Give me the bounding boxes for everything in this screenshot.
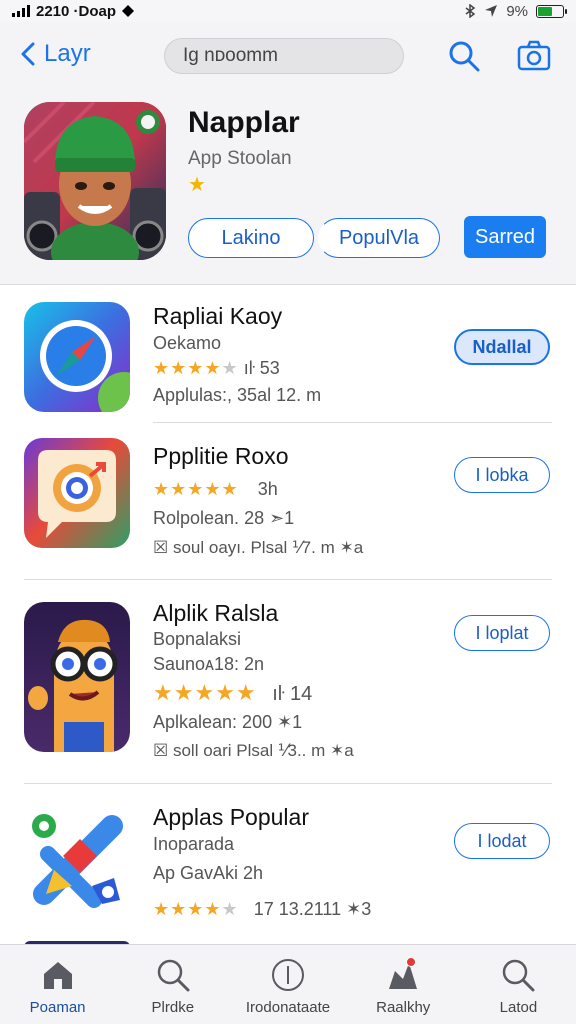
search-icon xyxy=(157,959,190,992)
get-button[interactable]: I lodat xyxy=(454,823,550,859)
get-button[interactable]: Ndallal xyxy=(454,329,550,365)
rating-count: 3h xyxy=(257,479,278,499)
app-icon xyxy=(24,438,130,548)
app-rating: ★★★★★ 17 13.2111 ✶3 xyxy=(153,899,371,920)
app-rating: ★★★★★ 3h xyxy=(153,479,278,500)
rating-stars: ★★★★★ xyxy=(153,358,239,378)
add-circle-icon xyxy=(272,959,304,991)
app-rating: ★★★★★ ıŀ 53 xyxy=(153,358,280,379)
tab-label: Plrdke xyxy=(151,999,195,1016)
app-meta: Aplkalean: 200 ✶1 xyxy=(153,712,303,732)
tab-label: Latod xyxy=(499,999,538,1016)
app-extra: ☒ soul oayı. Plsal ⅟7. m ✶a xyxy=(153,538,364,557)
camera-button[interactable] xyxy=(516,38,552,74)
app-developer: Oekamo xyxy=(153,333,222,353)
chat-target-icon xyxy=(24,438,130,548)
rating-count: 17 13.2111 ✶3 xyxy=(253,899,372,919)
home-icon xyxy=(43,962,72,989)
featured-title: Napplar xyxy=(188,106,300,139)
app-title: Applas Popular xyxy=(153,804,309,830)
ranking-icon xyxy=(389,963,418,989)
avatar-illustration-icon xyxy=(24,102,166,260)
location-icon xyxy=(122,5,135,17)
chip-populvla[interactable]: PopulVla xyxy=(318,218,440,258)
app-meta: Rolpolean. 28 ➣1 xyxy=(153,508,295,528)
primary-button[interactable]: Sarred xyxy=(464,216,546,258)
get-button[interactable]: I loplat xyxy=(454,615,550,651)
app-rating: ★★★★★ ıŀ 14 xyxy=(153,680,312,706)
rating-stars: ★★★★★ xyxy=(153,680,257,705)
tab-add[interactable]: Irodonataate xyxy=(230,945,345,1024)
battery-percent: 9% xyxy=(506,2,528,20)
rocket-pencil-icon xyxy=(32,814,123,908)
search-button[interactable] xyxy=(446,38,482,74)
navigation-icon xyxy=(485,5,498,17)
battery-icon xyxy=(536,4,567,18)
tab-latest[interactable]: Latod xyxy=(461,945,576,1024)
tab-label: Raalkhy xyxy=(376,999,431,1016)
featured-app-icon[interactable] xyxy=(24,102,166,260)
list-item[interactable]: Rapliai Kaoy Oekamo ★★★★★ ıŀ 53 Applulas… xyxy=(0,285,576,423)
back-button[interactable]: Layr xyxy=(18,40,91,68)
list-item[interactable]: Ppplitie Roxo ★★★★★ 3h Rolpolean. 28 ➣1 … xyxy=(0,423,576,580)
app-icon xyxy=(24,302,130,412)
character-glasses-icon xyxy=(24,602,130,752)
tab-label: Irodonataate xyxy=(245,999,331,1016)
featured-star-icon: ★ xyxy=(188,174,206,196)
list-item[interactable]: Alplik Ralsla Bopnalaksi Saunoᴀ18: 2n ★★… xyxy=(0,580,576,784)
tab-home[interactable]: Poaman xyxy=(0,945,115,1024)
status-time: 2210 ·Doap xyxy=(36,2,117,20)
app-title: Rapliai Kaoy xyxy=(153,303,283,329)
app-header: Layr Ig nᴅoomm Napplar App Stoolan ★ Lak… xyxy=(0,22,576,285)
search-icon xyxy=(503,959,535,992)
notification-badge xyxy=(405,957,416,967)
rating-count: ıŀ 14 xyxy=(272,683,313,705)
search-text: Ig nᴅoomm xyxy=(183,45,278,66)
rating-stars: ★★★★★ xyxy=(153,479,239,499)
compass-icon xyxy=(24,302,130,412)
rating-stars: ★★★★★ xyxy=(153,899,239,919)
rating-count: ıŀ 53 xyxy=(243,358,280,378)
app-developer: Inoparada xyxy=(153,834,235,854)
camera-icon xyxy=(517,40,551,71)
back-label: Layr xyxy=(44,40,91,67)
bluetooth-icon xyxy=(465,4,476,18)
app-developer: Bopnalaksi xyxy=(153,629,242,649)
signal-icon xyxy=(12,5,30,17)
chip-lakino[interactable]: Lakino xyxy=(188,218,314,258)
featured-subtitle: App Stoolan xyxy=(188,148,292,169)
app-meta: Applulas:, 35al 12. m xyxy=(153,385,322,405)
app-extra: ☒ soll oari Plsal ⅟3.. m ✶a xyxy=(153,741,354,760)
search-input[interactable]: Ig nᴅoomm xyxy=(164,38,404,74)
list-item[interactable]: Applas Popular Inoparada Ap GavAki 2h ★★… xyxy=(0,784,576,944)
status-bar: 2210 ·Doap 9% xyxy=(0,0,576,22)
app-icon xyxy=(24,804,130,914)
app-date: Saunoᴀ18: 2n xyxy=(153,654,265,674)
app-date: Ap GavAki 2h xyxy=(153,863,264,883)
tab-search[interactable]: Plrdke xyxy=(115,945,230,1024)
search-icon xyxy=(449,41,480,72)
get-button[interactable]: I lobka xyxy=(454,457,550,493)
chevron-left-icon xyxy=(21,42,35,66)
app-title: Alplik Ralsla xyxy=(153,600,279,626)
app-icon xyxy=(24,602,130,752)
tab-label: Poaman xyxy=(29,999,86,1016)
tab-ranking[interactable]: Raalkhy xyxy=(346,945,461,1024)
tab-bar: Poaman Plrdke Irodonataate Raalkhy Latod xyxy=(0,944,576,1024)
app-title: Ppplitie Roxo xyxy=(153,443,289,469)
